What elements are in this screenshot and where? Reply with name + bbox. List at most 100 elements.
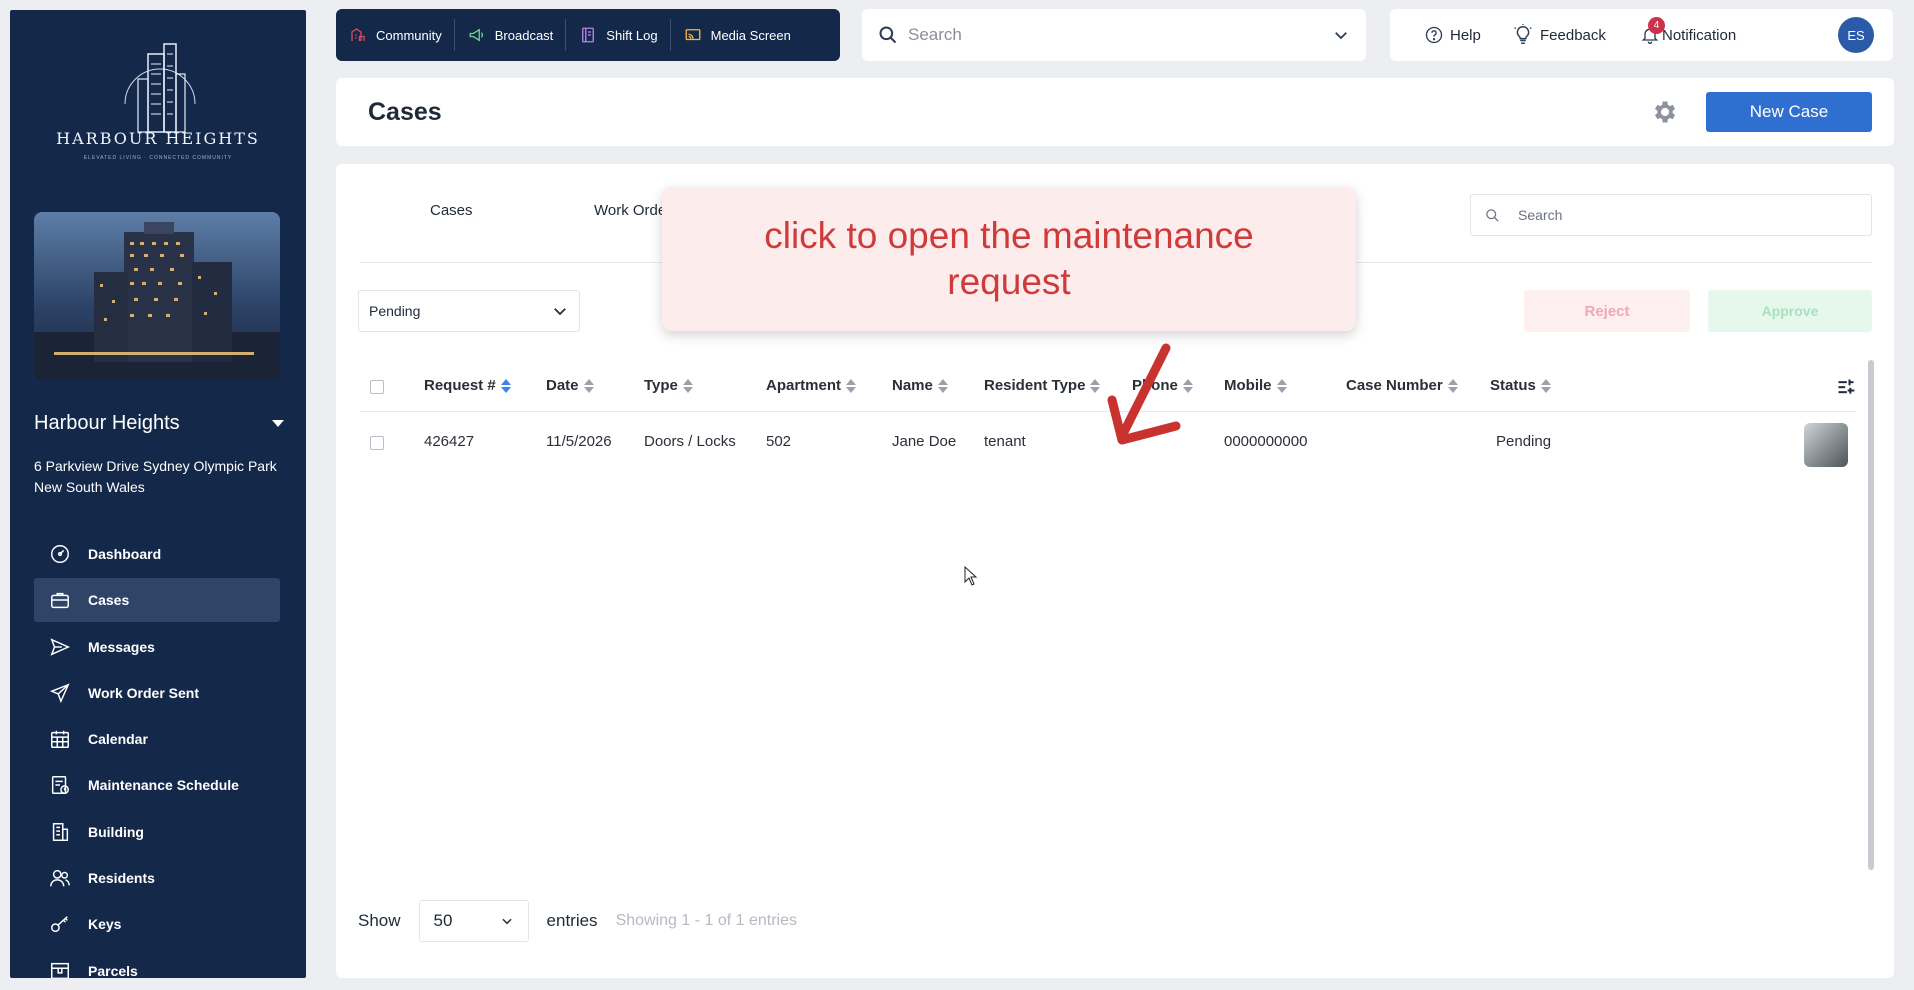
property-name[interactable]: Harbour Heights xyxy=(34,412,180,435)
sidebar-item-work-order-sent[interactable]: Work Order Sent xyxy=(34,671,280,715)
broadcast-label: Broadcast xyxy=(494,27,554,43)
sidebar-item-messages[interactable]: Messages xyxy=(34,625,280,669)
page-header: Cases New Case xyxy=(336,78,1894,146)
table-scrollbar[interactable] xyxy=(1868,360,1874,870)
column-header-apartment[interactable]: Apartment xyxy=(766,377,857,394)
briefcase-icon xyxy=(48,588,72,612)
sidebar-nav: Dashboard Cases Messages Work Order Sent… xyxy=(34,532,280,978)
entries-per-page-select[interactable]: 50 xyxy=(418,900,529,942)
sidebar-item-building[interactable]: Building xyxy=(34,810,280,854)
mouse-pointer-icon xyxy=(964,566,978,586)
global-search[interactable] xyxy=(862,9,1366,61)
community-button[interactable]: Community xyxy=(336,19,455,51)
sidebar-item-label: Cases xyxy=(88,592,130,609)
case-photo-thumbnail[interactable] xyxy=(1804,423,1848,467)
lightbulb-icon xyxy=(1514,24,1532,44)
chevron-down-icon[interactable] xyxy=(1332,26,1350,44)
status-filter-select[interactable]: Pending xyxy=(358,290,580,332)
help-label: Help xyxy=(1450,26,1481,44)
column-label: Mobile xyxy=(1224,377,1272,394)
global-search-input[interactable] xyxy=(908,25,1332,45)
media-screen-label: Media Screen xyxy=(710,27,791,43)
row-checkbox[interactable] xyxy=(370,436,384,450)
sort-icon xyxy=(500,378,511,393)
sort-icon xyxy=(846,378,857,393)
user-bar: Help Feedback 4 Notification xyxy=(1390,9,1893,61)
column-header-type[interactable]: Type xyxy=(644,377,693,394)
column-label: Date xyxy=(546,377,579,394)
sort-icon xyxy=(1540,378,1551,393)
column-header-resident-type[interactable]: Resident Type xyxy=(984,377,1101,394)
community-label: Community xyxy=(376,27,442,43)
tab-work-orders[interactable]: Work Orde xyxy=(594,202,666,219)
column-header-date[interactable]: Date xyxy=(546,377,594,394)
new-case-button[interactable]: New Case xyxy=(1706,92,1872,132)
schedule-icon xyxy=(48,773,72,797)
calendar-icon xyxy=(48,727,72,751)
property-photo-image xyxy=(34,222,280,380)
approve-button[interactable]: Approve xyxy=(1708,290,1872,332)
logo: HARBOUR HEIGHTS ELEVATED LIVING · CONNEC… xyxy=(10,24,306,174)
gear-icon[interactable] xyxy=(1650,98,1678,126)
sort-icon xyxy=(1447,378,1458,393)
notification-link[interactable]: 4 Notification xyxy=(1640,17,1736,45)
status-filter-value: Pending xyxy=(369,303,421,319)
feedback-link[interactable]: Feedback xyxy=(1512,24,1606,46)
pagination-footer: Show 50 entries Showing 1 - 1 of 1 entri… xyxy=(358,900,958,942)
sidebar-item-label: Keys xyxy=(88,916,122,933)
property-dropdown-icon[interactable] xyxy=(272,420,284,427)
sidebar-item-label: Parcels xyxy=(88,962,138,978)
sidebar-item-label: Work Order Sent xyxy=(88,684,199,701)
broadcast-button[interactable]: Broadcast xyxy=(455,19,567,51)
cell-name: Jane Doe xyxy=(892,433,957,450)
shift-log-button[interactable]: Shift Log xyxy=(566,19,671,51)
column-label: Status xyxy=(1490,377,1536,394)
column-header-status[interactable]: Status xyxy=(1490,377,1551,394)
sidebar-item-parcels[interactable]: Parcels xyxy=(34,949,280,978)
sidebar-item-label: Messages xyxy=(88,638,155,655)
column-header-name[interactable]: Name xyxy=(892,377,948,394)
building-icon xyxy=(48,820,72,844)
sidebar-item-keys[interactable]: Keys xyxy=(34,902,280,946)
cell-date: 11/5/2026 xyxy=(546,433,612,450)
tutorial-callout: click to open the maintenance request xyxy=(662,187,1356,331)
page-title: Cases xyxy=(368,98,442,126)
parcel-icon xyxy=(48,959,72,978)
tab-cases[interactable]: Cases xyxy=(430,202,473,219)
paper-plane-icon xyxy=(48,681,72,705)
sidebar-item-maintenance-schedule[interactable]: Maintenance Schedule xyxy=(34,763,280,807)
sidebar-item-label: Dashboard xyxy=(88,546,162,562)
column-header-mobile[interactable]: Mobile xyxy=(1224,377,1287,394)
entries-label: entries xyxy=(546,911,598,930)
tutorial-callout-text: click to open the maintenance request xyxy=(764,215,1254,302)
key-icon xyxy=(48,912,72,936)
cell-apartment: 502 xyxy=(766,433,792,450)
show-label: Show xyxy=(358,911,401,930)
sidebar-item-residents[interactable]: Residents xyxy=(34,856,280,900)
select-all-checkbox[interactable] xyxy=(370,380,384,394)
sidebar-item-cases[interactable]: Cases xyxy=(34,578,280,623)
logo-tagline: ELEVATED LIVING · CONNECTED COMMUNITY xyxy=(83,155,233,161)
sidebar: HARBOUR HEIGHTS ELEVATED LIVING · CONNEC… xyxy=(10,10,306,978)
cell-status: Pending xyxy=(1496,433,1552,450)
column-label: Request # xyxy=(424,377,496,394)
column-header-request[interactable]: Request # xyxy=(424,377,511,394)
feedback-label: Feedback xyxy=(1540,26,1606,44)
sidebar-item-calendar[interactable]: Calendar xyxy=(34,717,280,761)
community-icon xyxy=(348,25,368,45)
bell-wrapper: 4 xyxy=(1640,17,1666,45)
table-search[interactable] xyxy=(1470,194,1872,236)
media-screen-button[interactable]: Media Screen xyxy=(671,19,803,51)
user-avatar[interactable]: ES xyxy=(1838,17,1874,53)
sidebar-item-dashboard[interactable]: Dashboard xyxy=(34,532,280,576)
cell-resident-type: tenant xyxy=(984,433,1026,450)
sidebar-item-label: Calendar xyxy=(88,731,148,748)
column-settings-icon[interactable] xyxy=(1836,377,1856,397)
help-link[interactable]: Help xyxy=(1424,25,1481,45)
column-header-case-number[interactable]: Case Number xyxy=(1346,377,1458,394)
users-icon xyxy=(48,866,72,890)
quick-tools-bar: Community Broadcast Shift Log Media Scre… xyxy=(336,9,840,61)
reject-button[interactable]: Reject xyxy=(1524,290,1690,332)
table-search-input[interactable] xyxy=(1518,207,1838,223)
sort-icon xyxy=(1276,378,1287,393)
